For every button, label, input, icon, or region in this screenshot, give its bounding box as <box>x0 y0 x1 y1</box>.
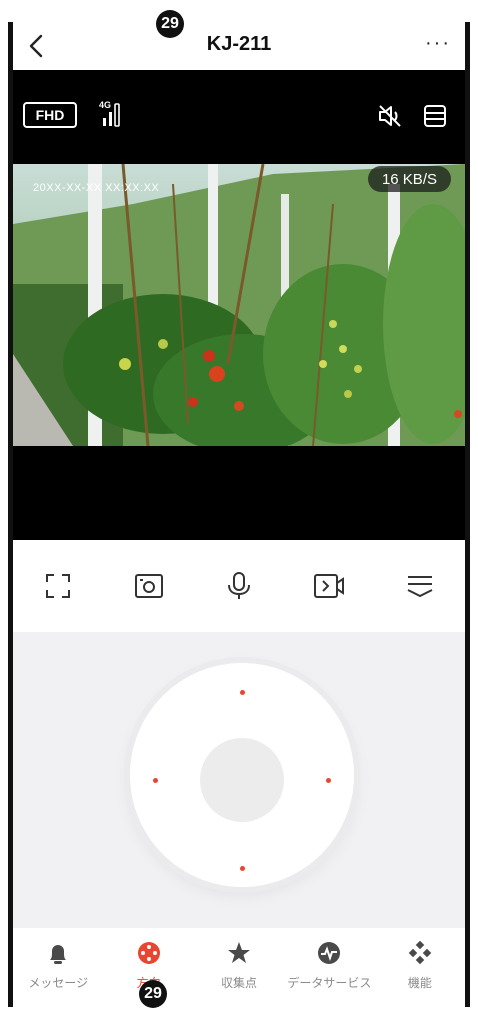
greenhouse-image <box>13 164 465 446</box>
header: KJ-211 ··· <box>13 22 465 70</box>
network-label: 4G <box>99 100 111 110</box>
bottom-tab-bar: メッセージ 方向 収集点 データサービス 機能 <box>13 928 465 1007</box>
menu-collapse-icon <box>407 576 433 598</box>
tab-collection-points[interactable]: 収集点 <box>194 928 284 1007</box>
tab-label: データサービス <box>287 976 372 990</box>
video-letterbox <box>13 446 465 540</box>
timestamp-overlay: 20XX-XX-XX XX:XX:XX <box>33 182 160 194</box>
ptz-control-area <box>13 632 465 928</box>
bitrate-badge: 16 KB/S <box>367 166 451 192</box>
callout-badge-bottom: 29 <box>139 980 167 1008</box>
left-arrow-dot[interactable] <box>153 778 158 783</box>
camera-feed[interactable]: 20XX-XX-XX XX:XX:XX 16 KB/S <box>13 164 465 446</box>
tab-label: 機能 <box>407 976 432 990</box>
tab-data-service[interactable]: データサービス <box>284 928 374 1007</box>
record-icon <box>314 574 345 598</box>
down-arrow-dot[interactable] <box>240 866 245 871</box>
microphone-icon <box>227 572 250 599</box>
pulse-icon <box>316 940 342 966</box>
record-button[interactable] <box>312 569 346 603</box>
microphone-button[interactable] <box>222 569 256 603</box>
tab-label: メッセージ <box>28 976 89 990</box>
mute-icon[interactable] <box>377 103 403 129</box>
callout-badge-top: 29 <box>156 10 184 38</box>
stream-toolbar: FHD 4G <box>13 70 465 164</box>
layout-icon[interactable] <box>423 104 447 128</box>
fullscreen-button[interactable] <box>41 569 75 603</box>
right-arrow-dot[interactable] <box>326 778 331 783</box>
collapse-menu-button[interactable] <box>403 569 437 603</box>
tab-messages[interactable]: メッセージ <box>13 928 103 1007</box>
quality-button[interactable]: FHD <box>23 102 77 128</box>
direction-icon <box>136 940 162 966</box>
star-icon <box>226 940 252 966</box>
joystick-center[interactable] <box>200 738 284 822</box>
more-options-icon[interactable]: ··· <box>425 32 451 55</box>
phone-frame: KJ-211 ··· FHD 4G 20XX-XX-XX XX:XX:XX 16… <box>8 22 470 1007</box>
screenshot-button[interactable] <box>132 569 166 603</box>
tab-functions[interactable]: 機能 <box>375 928 465 1007</box>
signal-icon: 4G <box>99 100 120 127</box>
diamonds-icon <box>407 940 433 966</box>
direction-joystick[interactable] <box>130 663 354 887</box>
page-title: KJ-211 <box>206 33 272 55</box>
screenshot-icon <box>134 574 163 598</box>
fullscreen-icon <box>46 574 71 598</box>
bell-icon <box>45 940 71 966</box>
up-arrow-dot[interactable] <box>240 690 245 695</box>
control-bar <box>13 540 465 632</box>
tab-label: 収集点 <box>221 976 258 990</box>
